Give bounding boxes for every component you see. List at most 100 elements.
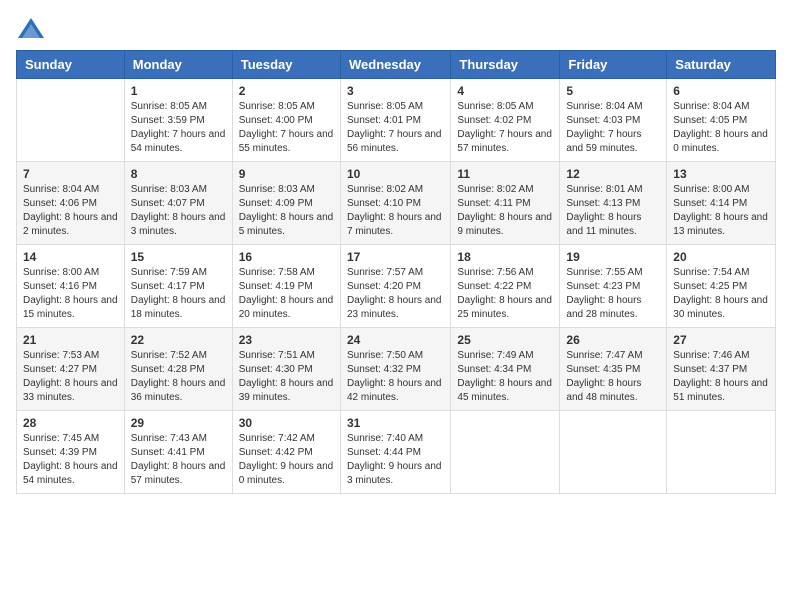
day-number: 3	[347, 84, 444, 98]
calendar-cell: 8 Sunrise: 8:03 AMSunset: 4:07 PMDaylight…	[124, 162, 232, 245]
day-info: Sunrise: 7:55 AMSunset: 4:23 PMDaylight:…	[566, 266, 660, 322]
day-number: 20	[673, 250, 769, 264]
week-row-5: 28Sunrise: 7:45 AMSunset: 4:39 PMDayligh…	[17, 411, 776, 494]
day-number: 12	[566, 167, 660, 181]
header	[16, 16, 776, 42]
calendar-cell: 14Sunrise: 8:00 AMSunset: 4:16 PMDayligh…	[17, 245, 125, 328]
calendar-cell: 31 Sunrise: 7:40 AMSunset: 4:44 PMDayligh…	[340, 411, 450, 494]
calendar-cell: 3 Sunrise: 8:05 AMSunset: 4:01 PMDaylight…	[340, 79, 450, 162]
calendar-cell: 19 Sunrise: 7:55 AMSunset: 4:23 PMDayligh…	[560, 245, 667, 328]
calendar-cell: 22 Sunrise: 7:52 AMSunset: 4:28 PMDayligh…	[124, 328, 232, 411]
week-row-4: 21 Sunrise: 7:53 AMSunset: 4:27 PMDayligh…	[17, 328, 776, 411]
calendar-cell: 23Sunrise: 7:51 AMSunset: 4:30 PMDayligh…	[232, 328, 340, 411]
day-number: 16	[239, 250, 334, 264]
day-number: 10	[347, 167, 444, 181]
day-info: Sunrise: 7:59 AMSunset: 4:17 PMDaylight:…	[131, 266, 226, 322]
calendar-cell: 5 Sunrise: 8:04 AMSunset: 4:03 PMDaylight…	[560, 79, 667, 162]
header-saturday: Saturday	[667, 51, 776, 79]
day-info: Sunrise: 8:02 AMSunset: 4:11 PMDaylight:…	[457, 183, 553, 239]
calendar-cell: 9 Sunrise: 8:03 AMSunset: 4:09 PMDaylight…	[232, 162, 340, 245]
week-row-3: 14Sunrise: 8:00 AMSunset: 4:16 PMDayligh…	[17, 245, 776, 328]
calendar-cell: 18 Sunrise: 7:56 AMSunset: 4:22 PMDayligh…	[451, 245, 560, 328]
day-info: Sunrise: 8:04 AMSunset: 4:03 PMDaylight:…	[566, 100, 660, 156]
day-number: 17	[347, 250, 444, 264]
day-number: 2	[239, 84, 334, 98]
day-number: 19	[566, 250, 660, 264]
day-info: Sunrise: 7:42 AMSunset: 4:42 PMDaylight:…	[239, 432, 334, 488]
day-info: Sunrise: 7:47 AMSunset: 4:35 PMDaylight:…	[566, 349, 660, 405]
day-info: Sunrise: 8:01 AMSunset: 4:13 PMDaylight:…	[566, 183, 660, 239]
calendar-cell: 10 Sunrise: 8:02 AMSunset: 4:10 PMDayligh…	[340, 162, 450, 245]
day-number: 18	[457, 250, 553, 264]
calendar-cell: 28Sunrise: 7:45 AMSunset: 4:39 PMDayligh…	[17, 411, 125, 494]
day-number: 28	[23, 416, 118, 430]
day-info: Sunrise: 7:50 AMSunset: 4:32 PMDaylight:…	[347, 349, 444, 405]
day-number: 4	[457, 84, 553, 98]
week-row-1: 1 Sunrise: 8:05 AMSunset: 3:59 PMDaylight…	[17, 79, 776, 162]
day-info: Sunrise: 7:51 AMSunset: 4:30 PMDaylight:…	[239, 349, 334, 405]
day-info: Sunrise: 8:02 AMSunset: 4:10 PMDaylight:…	[347, 183, 444, 239]
day-info: Sunrise: 8:05 AMSunset: 4:00 PMDaylight:…	[239, 100, 334, 156]
calendar-cell: 17 Sunrise: 7:57 AMSunset: 4:20 PMDayligh…	[340, 245, 450, 328]
header-thursday: Thursday	[451, 51, 560, 79]
day-number: 24	[347, 333, 444, 347]
day-number: 22	[131, 333, 226, 347]
day-number: 6	[673, 84, 769, 98]
day-info: Sunrise: 7:52 AMSunset: 4:28 PMDaylight:…	[131, 349, 226, 405]
calendar-cell: 4 Sunrise: 8:05 AMSunset: 4:02 PMDaylight…	[451, 79, 560, 162]
calendar-cell: 21 Sunrise: 7:53 AMSunset: 4:27 PMDayligh…	[17, 328, 125, 411]
header-tuesday: Tuesday	[232, 51, 340, 79]
day-number: 15	[131, 250, 226, 264]
day-info: Sunrise: 7:46 AMSunset: 4:37 PMDaylight:…	[673, 349, 769, 405]
day-info: Sunrise: 7:58 AMSunset: 4:19 PMDaylight:…	[239, 266, 334, 322]
calendar-header-row: SundayMondayTuesdayWednesdayThursdayFrid…	[17, 51, 776, 79]
day-number: 21	[23, 333, 118, 347]
day-info: Sunrise: 7:43 AMSunset: 4:41 PMDaylight:…	[131, 432, 226, 488]
day-info: Sunrise: 8:03 AMSunset: 4:07 PMDaylight:…	[131, 183, 226, 239]
day-info: Sunrise: 7:54 AMSunset: 4:25 PMDaylight:…	[673, 266, 769, 322]
day-number: 11	[457, 167, 553, 181]
day-number: 26	[566, 333, 660, 347]
calendar-cell: 13Sunrise: 8:00 AMSunset: 4:14 PMDayligh…	[667, 162, 776, 245]
calendar-cell: 7Sunrise: 8:04 AMSunset: 4:06 PMDaylight…	[17, 162, 125, 245]
calendar-cell: 27 Sunrise: 7:46 AMSunset: 4:37 PMDayligh…	[667, 328, 776, 411]
day-info: Sunrise: 7:57 AMSunset: 4:20 PMDaylight:…	[347, 266, 444, 322]
calendar-cell	[667, 411, 776, 494]
logo-icon	[16, 16, 46, 42]
day-number: 8	[131, 167, 226, 181]
day-number: 1	[131, 84, 226, 98]
day-number: 27	[673, 333, 769, 347]
day-number: 9	[239, 167, 334, 181]
day-number: 14	[23, 250, 118, 264]
header-friday: Friday	[560, 51, 667, 79]
day-number: 29	[131, 416, 226, 430]
day-number: 5	[566, 84, 660, 98]
calendar-table: SundayMondayTuesdayWednesdayThursdayFrid…	[16, 50, 776, 494]
week-row-2: 7Sunrise: 8:04 AMSunset: 4:06 PMDaylight…	[17, 162, 776, 245]
day-number: 13	[673, 167, 769, 181]
calendar-cell: 20 Sunrise: 7:54 AMSunset: 4:25 PMDayligh…	[667, 245, 776, 328]
calendar-cell: 26 Sunrise: 7:47 AMSunset: 4:35 PMDayligh…	[560, 328, 667, 411]
day-info: Sunrise: 7:56 AMSunset: 4:22 PMDaylight:…	[457, 266, 553, 322]
day-info: Sunrise: 8:04 AMSunset: 4:05 PMDaylight:…	[673, 100, 769, 156]
day-number: 31	[347, 416, 444, 430]
day-number: 25	[457, 333, 553, 347]
day-info: Sunrise: 7:49 AMSunset: 4:34 PMDaylight:…	[457, 349, 553, 405]
header-monday: Monday	[124, 51, 232, 79]
calendar-cell: 29 Sunrise: 7:43 AMSunset: 4:41 PMDayligh…	[124, 411, 232, 494]
day-info: Sunrise: 7:53 AMSunset: 4:27 PMDaylight:…	[23, 349, 118, 405]
calendar-cell	[451, 411, 560, 494]
day-info: Sunrise: 8:05 AMSunset: 4:02 PMDaylight:…	[457, 100, 553, 156]
calendar-cell: 1 Sunrise: 8:05 AMSunset: 3:59 PMDaylight…	[124, 79, 232, 162]
calendar-cell: 11 Sunrise: 8:02 AMSunset: 4:11 PMDayligh…	[451, 162, 560, 245]
header-wednesday: Wednesday	[340, 51, 450, 79]
day-info: Sunrise: 7:40 AMSunset: 4:44 PMDaylight:…	[347, 432, 444, 488]
calendar-cell: 30Sunrise: 7:42 AMSunset: 4:42 PMDayligh…	[232, 411, 340, 494]
calendar-cell: 12 Sunrise: 8:01 AMSunset: 4:13 PMDayligh…	[560, 162, 667, 245]
day-info: Sunrise: 8:05 AMSunset: 3:59 PMDaylight:…	[131, 100, 226, 156]
day-info: Sunrise: 8:03 AMSunset: 4:09 PMDaylight:…	[239, 183, 334, 239]
calendar-cell: 16 Sunrise: 7:58 AMSunset: 4:19 PMDayligh…	[232, 245, 340, 328]
day-info: Sunrise: 8:05 AMSunset: 4:01 PMDaylight:…	[347, 100, 444, 156]
calendar-cell	[560, 411, 667, 494]
calendar-cell	[17, 79, 125, 162]
